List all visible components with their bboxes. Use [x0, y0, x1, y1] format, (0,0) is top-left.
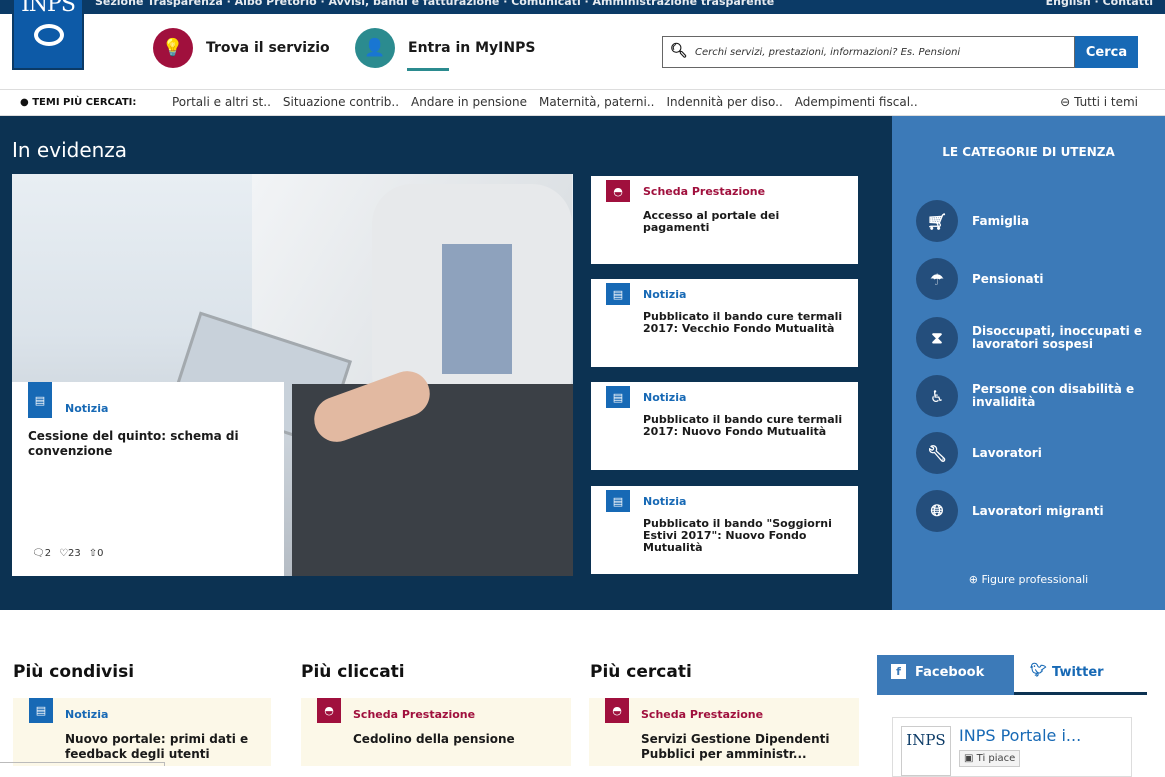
utility-links[interactable]: Sezione Trasparenza · Albo Pretorio · Av…	[95, 0, 774, 8]
comment-icon: 🗨︎	[32, 548, 45, 559]
circle-minus-icon: ⊖	[1060, 95, 1071, 109]
benefit-icon: ◓	[317, 698, 341, 723]
site-header: 💡 Trova il servizio 👤 Entra in MyINPS 🔍︎…	[0, 14, 1165, 88]
theme-link[interactable]: Maternità, paterni..	[539, 95, 655, 109]
featured-news-card[interactable]: ▤ Notizia Cessione del quinto: schema di…	[12, 382, 284, 576]
card-type: Notizia	[643, 391, 687, 404]
professional-figures-link[interactable]: ⊕ Figure professionali	[892, 573, 1165, 586]
myinps-underline	[407, 68, 449, 71]
theme-link[interactable]: Situazione contrib..	[283, 95, 399, 109]
share-count[interactable]: ⇧0	[89, 548, 104, 559]
news-icon: ▤	[606, 386, 630, 408]
search-icon: 🔍︎	[670, 43, 688, 59]
comment-count[interactable]: 🗨︎2	[32, 548, 51, 559]
card-type: Notizia	[65, 708, 109, 721]
featured-side-card[interactable]: ▤ Notizia Pubblicato il bando "Soggiorni…	[589, 484, 860, 576]
user-icon: 👤	[355, 28, 395, 68]
card-type: Scheda Prestazione	[643, 185, 766, 198]
popular-themes-label: ● TEMI PIÙ CERCATI:	[20, 97, 137, 108]
facebook-page-box: INPS INPS Portale i... ▣ Ti piace	[892, 717, 1132, 777]
like-button[interactable]: ▣ Ti piace	[959, 750, 1021, 767]
facebook-icon: f	[891, 664, 906, 679]
find-service-button[interactable]: 💡 Trova il servizio	[153, 28, 330, 68]
most-searched-item[interactable]: ◓ Scheda Prestazione Servizi Gestione Di…	[589, 698, 859, 766]
card-type: Notizia	[643, 288, 687, 301]
wrench-icon: 🔧︎	[916, 432, 958, 474]
bottom-divider	[0, 762, 165, 766]
hourglass-icon: ⧗	[916, 317, 958, 359]
news-icon: ▤	[606, 283, 630, 305]
featured-section: In evidenza ▤ Notizia Cessione del quint…	[0, 116, 892, 610]
featured-title: In evidenza	[12, 138, 128, 162]
search-button[interactable]: Cerca	[1075, 36, 1138, 68]
most-searched-title: Più cercati	[590, 662, 692, 682]
utility-right-links[interactable]: English · Contatti	[1046, 0, 1153, 8]
card-title[interactable]: Cessione del quinto: schema di convenzio…	[28, 429, 258, 459]
theme-link[interactable]: Adempimenti fiscal..	[795, 95, 918, 109]
news-icon: ▤	[606, 490, 630, 512]
card-title[interactable]: Pubblicato il bando cure termali 2017: V…	[643, 311, 848, 335]
umbrella-icon: ☂	[916, 258, 958, 300]
news-icon: ▤	[29, 698, 53, 723]
most-shared-title: Più condivisi	[13, 662, 135, 682]
plus-circle-icon: ⊕	[968, 573, 978, 586]
theme-link[interactable]: Portali e altri st..	[172, 95, 271, 109]
popular-themes-list: Portali e altri st.. Situazione contrib.…	[172, 95, 930, 109]
theme-link[interactable]: Indennità per diso..	[666, 95, 782, 109]
category-disoccupati[interactable]: ⧗ Disoccupati, inoccupati e lavoratori s…	[916, 317, 1147, 359]
search-input[interactable]	[695, 42, 1065, 62]
page-name[interactable]: INPS Portale i...	[959, 726, 1081, 745]
most-shared-item[interactable]: ▤ Notizia Nuovo portale: primi dati e fe…	[13, 698, 271, 766]
user-categories-panel: LE CATEGORIE DI UTENZA 🛒︎ Famiglia ☂ Pen…	[892, 116, 1165, 610]
card-title[interactable]: Nuovo portale: primi dati e feedback deg…	[65, 732, 265, 762]
category-pensionati[interactable]: ☂ Pensionati	[916, 258, 1147, 300]
benefit-icon: ◓	[605, 698, 629, 723]
globe-icon: 🌐︎	[916, 490, 958, 532]
card-type: Scheda Prestazione	[353, 708, 476, 721]
myinps-label: Entra in MyINPS	[408, 40, 536, 56]
inps-logo[interactable]: INPS	[12, 0, 84, 70]
card-type: Notizia	[65, 402, 109, 415]
myinps-login-button[interactable]: 👤 Entra in MyINPS	[355, 28, 535, 68]
search-box: 🔍︎	[662, 36, 1075, 68]
category-lavoratori[interactable]: 🔧︎ Lavoratori	[916, 432, 1147, 474]
benefit-icon: ◓	[606, 180, 630, 202]
featured-side-card[interactable]: ◓ Scheda Prestazione Accesso al portale …	[589, 174, 860, 266]
featured-side-card[interactable]: ▤ Notizia Pubblicato il bando cure terma…	[589, 277, 860, 369]
card-title[interactable]: Servizi Gestione Dipendenti Pubblici per…	[641, 732, 841, 762]
tab-twitter[interactable]: 🐦︎ Twitter	[1014, 655, 1147, 695]
social-counters: 🗨︎2 ♡23 ⇧0	[32, 548, 104, 559]
card-type: Notizia	[643, 495, 687, 508]
stroller-icon: 🛒︎	[916, 200, 958, 242]
page-logo[interactable]: INPS	[901, 726, 951, 776]
news-icon: ▤	[28, 382, 52, 418]
most-clicked-title: Più cliccati	[301, 662, 405, 682]
category-migranti[interactable]: 🌐︎ Lavoratori migranti	[916, 490, 1147, 532]
categories-title: LE CATEGORIE DI UTENZA	[942, 145, 1115, 159]
tab-facebook[interactable]: f Facebook	[877, 655, 1014, 695]
card-title[interactable]: Cedolino della pensione	[353, 732, 553, 747]
like-count[interactable]: ♡23	[59, 548, 81, 559]
card-title[interactable]: Accesso al portale dei pagamenti	[643, 210, 848, 234]
featured-side-card[interactable]: ▤ Notizia Pubblicato il bando cure terma…	[589, 380, 860, 472]
card-type: Scheda Prestazione	[641, 708, 764, 721]
logo-swirl-icon	[34, 24, 64, 46]
card-title[interactable]: Pubblicato il bando cure termali 2017: N…	[643, 414, 848, 438]
popular-themes-bar: ● TEMI PIÙ CERCATI: Portali e altri st..…	[0, 89, 1165, 116]
wheelchair-icon: ♿︎	[916, 375, 958, 417]
category-disabilita[interactable]: ♿︎ Persone con disabilità e invalidità	[916, 375, 1147, 417]
lightbulb-icon: 💡	[153, 28, 193, 68]
find-service-label: Trova il servizio	[206, 40, 330, 56]
theme-link[interactable]: Andare in pensione	[411, 95, 527, 109]
card-title[interactable]: Pubblicato il bando "Soggiorni Estivi 20…	[643, 518, 848, 554]
most-clicked-item[interactable]: ◓ Scheda Prestazione Cedolino della pens…	[301, 698, 571, 766]
heart-icon: ♡	[59, 548, 69, 559]
all-themes-link[interactable]: ⊖ Tutti i temi	[1060, 95, 1138, 109]
twitter-icon: 🐦︎	[1030, 663, 1047, 678]
logo-text: INPS	[21, 0, 76, 17]
facebook-like-icon: ▣	[964, 753, 974, 764]
top-utility-bar: Sezione Trasparenza · Albo Pretorio · Av…	[0, 0, 1165, 14]
category-famiglia[interactable]: 🛒︎ Famiglia	[916, 200, 1147, 242]
share-icon: ⇧	[88, 548, 98, 559]
